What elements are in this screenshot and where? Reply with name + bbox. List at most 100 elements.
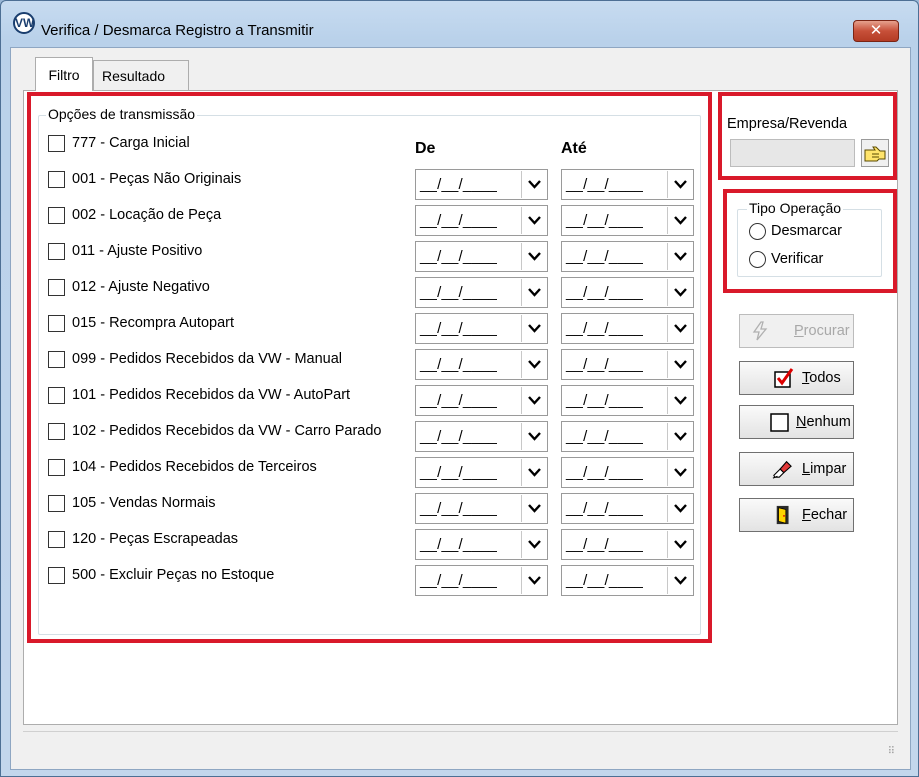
date-from-field[interactable]: __/__/____ — [415, 457, 548, 488]
date-to-field[interactable]: __/__/____ — [561, 457, 694, 488]
tipo-operacao-legend: Tipo Operação — [747, 200, 844, 216]
chevron-down-icon — [528, 180, 541, 189]
date-to-dropdown-button[interactable] — [667, 531, 692, 558]
option-checkbox[interactable] — [48, 279, 65, 296]
option-checkbox[interactable] — [48, 351, 65, 368]
date-to-value: __/__/____ — [566, 572, 644, 589]
tab-filtro[interactable]: Filtro — [35, 57, 93, 91]
limpar-button[interactable]: Limpar — [739, 452, 854, 486]
date-from-dropdown-button[interactable] — [521, 531, 546, 558]
date-from-field[interactable]: __/__/____ — [415, 277, 548, 308]
date-to-field[interactable]: __/__/____ — [561, 169, 694, 200]
date-from-field[interactable]: __/__/____ — [415, 421, 548, 452]
date-to-dropdown-button[interactable] — [667, 423, 692, 450]
date-from-dropdown-button[interactable] — [521, 387, 546, 414]
option-checkbox[interactable] — [48, 207, 65, 224]
option-checkbox[interactable] — [48, 135, 65, 152]
date-to-dropdown-button[interactable] — [667, 387, 692, 414]
date-from-field[interactable]: __/__/____ — [415, 349, 548, 380]
eraser-icon — [772, 460, 792, 479]
date-to-field[interactable]: __/__/____ — [561, 349, 694, 380]
date-to-field[interactable]: __/__/____ — [561, 421, 694, 452]
option-checkbox[interactable] — [48, 531, 65, 548]
chevron-down-icon — [674, 504, 687, 513]
date-to-value: __/__/____ — [566, 248, 644, 265]
title-bar[interactable]: VW Verifica / Desmarca Registro a Transm… — [1, 1, 918, 47]
date-from-dropdown-button[interactable] — [521, 207, 546, 234]
date-from-field[interactable]: __/__/____ — [415, 313, 548, 344]
date-to-field[interactable]: __/__/____ — [561, 385, 694, 416]
procurar-button[interactable]: Procurar — [739, 314, 854, 348]
date-from-dropdown-button[interactable] — [521, 279, 546, 306]
option-checkbox[interactable] — [48, 567, 65, 584]
checked-box-icon — [774, 368, 794, 388]
date-from-field[interactable]: __/__/____ — [415, 529, 548, 560]
chevron-down-icon — [674, 576, 687, 585]
date-to-dropdown-button[interactable] — [667, 459, 692, 486]
date-from-dropdown-button[interactable] — [521, 459, 546, 486]
date-to-value: __/__/____ — [566, 500, 644, 517]
date-to-dropdown-button[interactable] — [667, 315, 692, 342]
chevron-down-icon — [674, 288, 687, 297]
option-checkbox[interactable] — [48, 459, 65, 476]
date-from-field[interactable]: __/__/____ — [415, 205, 548, 236]
exit-door-icon — [776, 505, 789, 525]
date-from-field[interactable]: __/__/____ — [415, 565, 548, 596]
lookup-button[interactable] — [861, 139, 889, 167]
option-checkbox[interactable] — [48, 387, 65, 404]
option-checkbox[interactable] — [48, 243, 65, 260]
date-from-field[interactable]: __/__/____ — [415, 241, 548, 272]
date-to-field[interactable]: __/__/____ — [561, 205, 694, 236]
option-label: 002 - Locação de Peça — [72, 207, 222, 223]
date-to-field[interactable]: __/__/____ — [561, 529, 694, 560]
date-to-dropdown-button[interactable] — [667, 207, 692, 234]
date-to-field[interactable]: __/__/____ — [561, 277, 694, 308]
date-from-dropdown-button[interactable] — [521, 567, 546, 594]
date-from-field[interactable]: __/__/____ — [415, 169, 548, 200]
tab-resultado[interactable]: Resultado — [93, 60, 189, 90]
option-label: 015 - Recompra Autopart — [72, 315, 235, 331]
option-checkbox[interactable] — [48, 171, 65, 188]
date-from-field[interactable]: __/__/____ — [415, 493, 548, 524]
date-to-value: __/__/____ — [566, 176, 644, 193]
date-from-dropdown-button[interactable] — [521, 171, 546, 198]
option-checkbox[interactable] — [48, 315, 65, 332]
empresa-input[interactable] — [730, 139, 855, 167]
date-to-dropdown-button[interactable] — [667, 279, 692, 306]
date-from-value: __/__/____ — [420, 176, 498, 193]
date-to-dropdown-button[interactable] — [667, 171, 692, 198]
option-checkbox[interactable] — [48, 495, 65, 512]
date-from-dropdown-button[interactable] — [521, 315, 546, 342]
radio-verificar[interactable] — [749, 251, 766, 268]
date-to-value: __/__/____ — [566, 320, 644, 337]
date-to-dropdown-button[interactable] — [667, 567, 692, 594]
chevron-down-icon — [528, 468, 541, 477]
chevron-down-icon — [528, 252, 541, 261]
date-to-field[interactable]: __/__/____ — [561, 313, 694, 344]
date-to-field[interactable]: __/__/____ — [561, 493, 694, 524]
date-from-dropdown-button[interactable] — [521, 351, 546, 378]
date-to-field[interactable]: __/__/____ — [561, 565, 694, 596]
resize-grip-icon[interactable]: ⠿ — [888, 746, 895, 757]
todos-label: Todos — [802, 370, 841, 386]
option-label: 101 - Pedidos Recebidos da VW - AutoPart — [72, 387, 351, 403]
date-from-dropdown-button[interactable] — [521, 243, 546, 270]
date-from-dropdown-button[interactable] — [521, 495, 546, 522]
radio-desmarcar[interactable] — [749, 223, 766, 240]
date-from-value: __/__/____ — [420, 428, 498, 445]
date-to-value: __/__/____ — [566, 212, 644, 229]
date-to-dropdown-button[interactable] — [667, 243, 692, 270]
date-from-field[interactable]: __/__/____ — [415, 385, 548, 416]
fechar-button[interactable]: Fechar — [739, 498, 854, 532]
todos-button[interactable]: Todos — [739, 361, 854, 395]
date-from-value: __/__/____ — [420, 464, 498, 481]
close-button[interactable]: ✕ — [853, 20, 899, 42]
empresa-label: Empresa/Revenda — [727, 116, 848, 132]
option-checkbox[interactable] — [48, 423, 65, 440]
column-header-from: De — [415, 140, 436, 157]
date-from-dropdown-button[interactable] — [521, 423, 546, 450]
date-to-field[interactable]: __/__/____ — [561, 241, 694, 272]
date-to-dropdown-button[interactable] — [667, 351, 692, 378]
date-to-dropdown-button[interactable] — [667, 495, 692, 522]
nenhum-button[interactable]: Nenhum — [739, 405, 854, 439]
